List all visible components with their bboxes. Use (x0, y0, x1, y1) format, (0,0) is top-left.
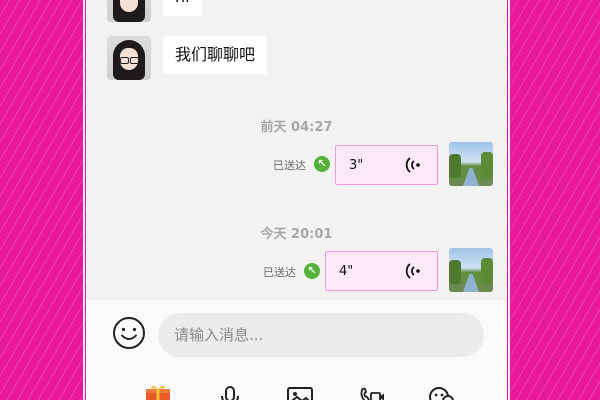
message-bubble-incoming[interactable]: hi (163, 0, 202, 16)
sent-check-icon: ↖ (314, 156, 330, 172)
message-bubble-incoming[interactable]: 我们聊聊吧 (163, 36, 268, 74)
user-avatar[interactable] (449, 142, 493, 186)
microphone-icon[interactable] (215, 384, 245, 400)
chat-screen: hi 我们聊聊吧 前天 04:27 已送达 ↖ 3" 今天 20:01 已送达 … (86, 0, 507, 400)
message-timestamp: 今天 20:01 (260, 227, 333, 242)
avatar[interactable] (107, 36, 151, 80)
message-input[interactable] (158, 313, 484, 357)
voice-wave-icon (405, 157, 420, 173)
voice-message-bubble[interactable]: 4" (325, 251, 438, 291)
frame-line-right (508, 0, 526, 400)
voice-duration: 4" (339, 264, 354, 279)
delivery-status: 已送达 (263, 266, 296, 279)
delivery-status: 已送达 (273, 159, 306, 172)
game-icon[interactable] (426, 384, 456, 400)
message-text: hi (175, 0, 190, 6)
user-avatar[interactable] (449, 248, 493, 292)
gift-icon[interactable] (143, 384, 173, 400)
image-icon[interactable] (285, 384, 315, 400)
voice-duration: 3" (349, 158, 364, 173)
voice-message-bubble[interactable]: 3" (335, 145, 438, 185)
voice-wave-icon (405, 263, 420, 279)
message-text: 我们聊聊吧 (175, 45, 256, 64)
message-timestamp: 前天 04:27 (260, 120, 333, 135)
avatar[interactable] (107, 0, 151, 22)
frame-line-left (83, 0, 85, 400)
video-call-icon[interactable] (356, 384, 386, 400)
sent-check-icon: ↖ (304, 263, 320, 279)
emoji-icon[interactable] (112, 316, 146, 350)
composer-bar (86, 300, 507, 400)
